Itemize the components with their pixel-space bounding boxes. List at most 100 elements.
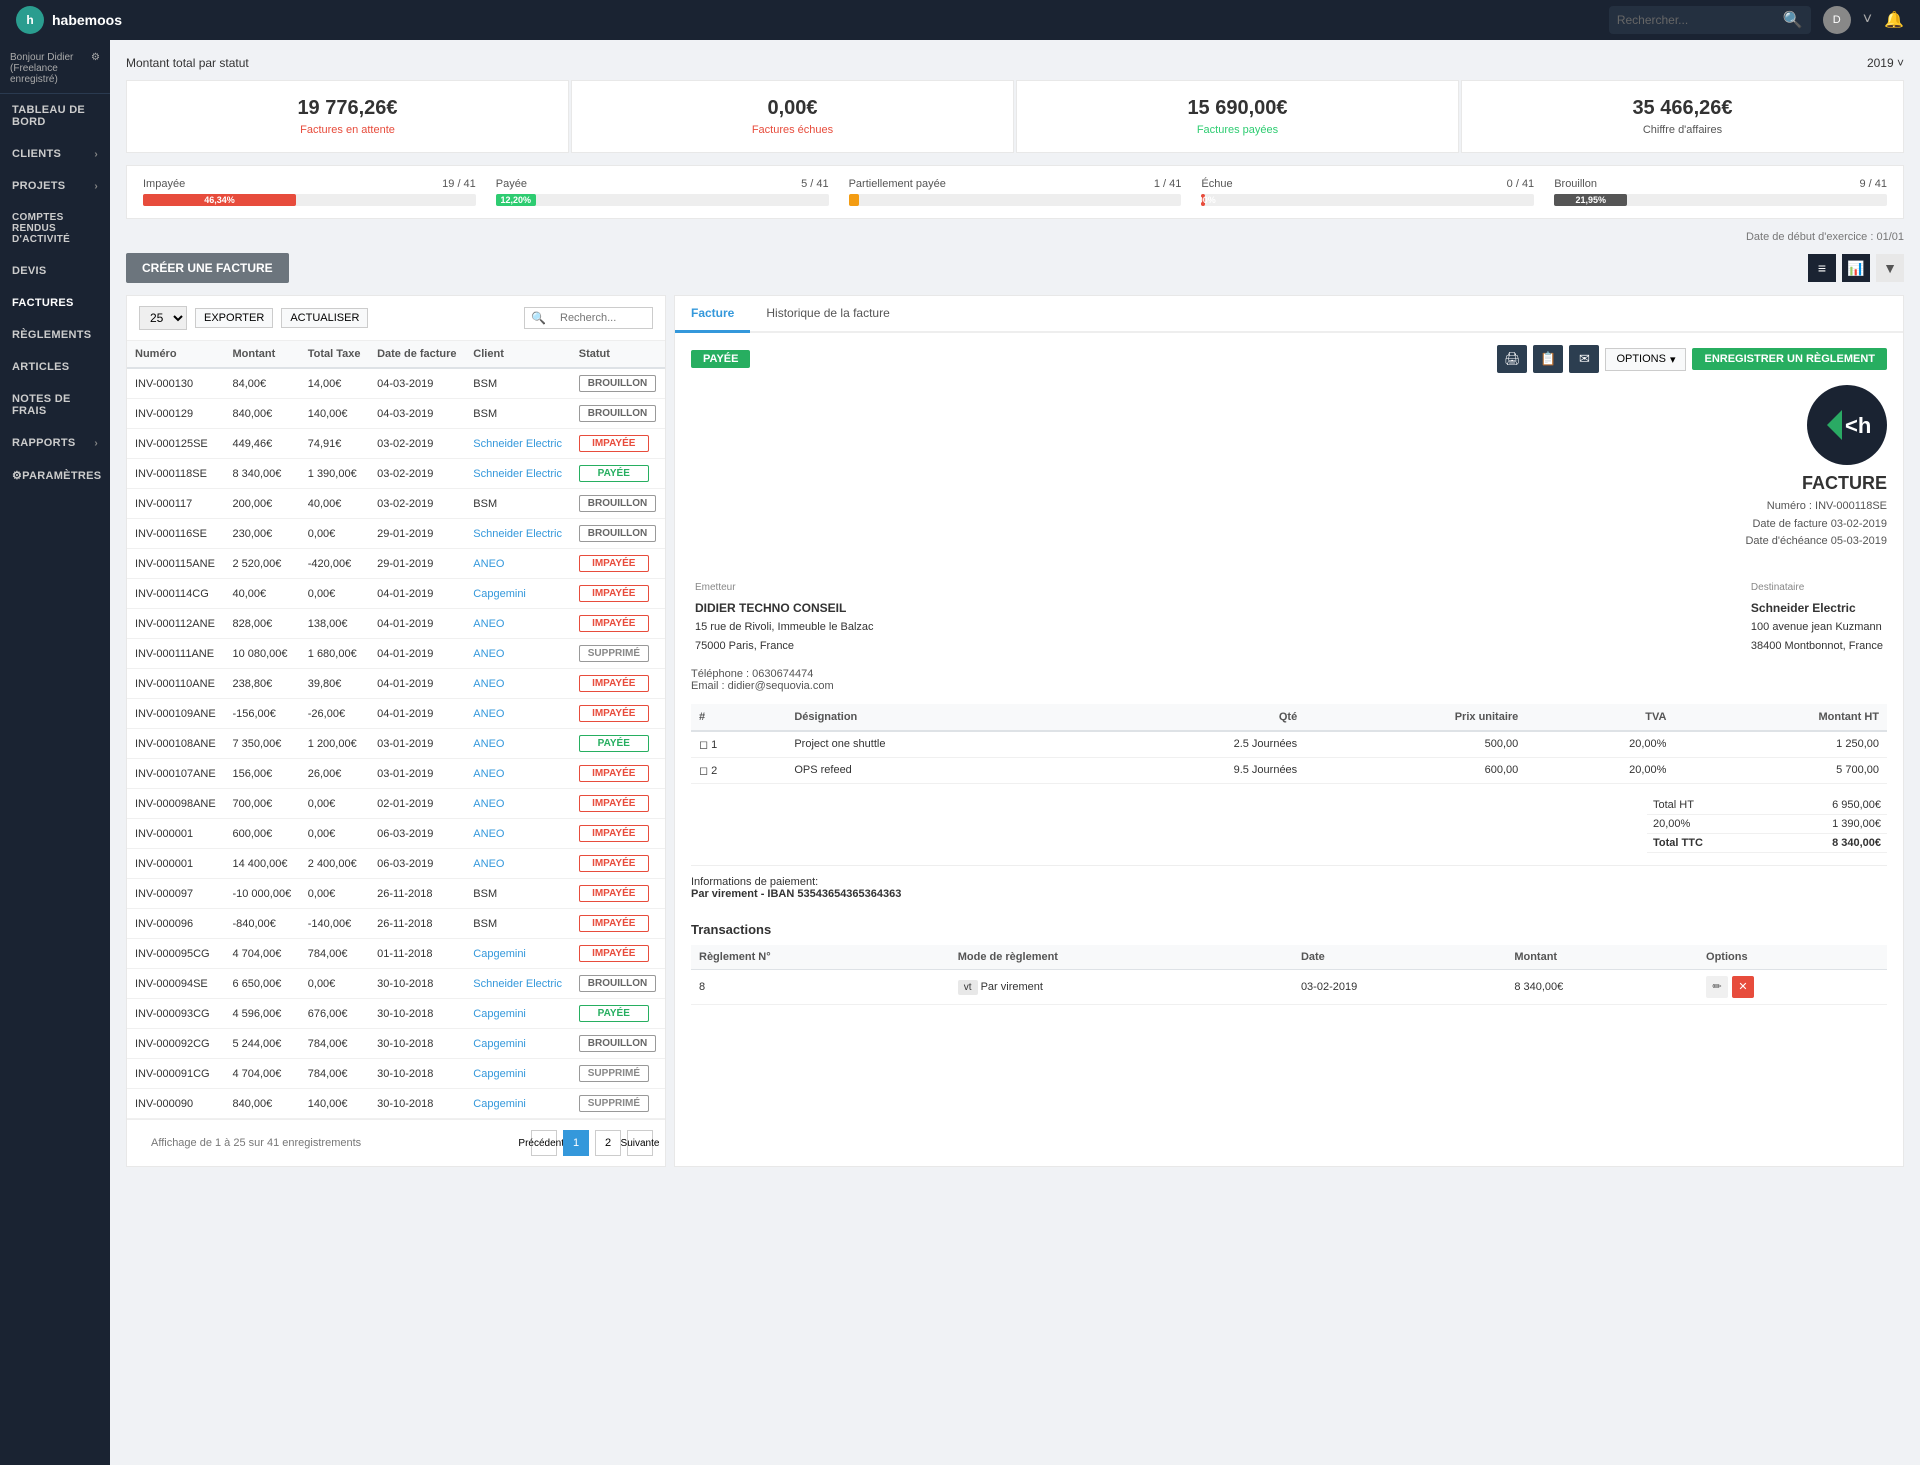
table-row[interactable]: INV-000107ANE 156,00€ 26,00€ 03-01-2019 … (127, 759, 665, 789)
client-link[interactable]: Schneider Electric (473, 438, 562, 450)
status-badge: IMPAYÉE (579, 705, 649, 722)
table-row[interactable]: INV-000090 840,00€ 140,00€ 30-10-2018 Ca… (127, 1089, 665, 1119)
client-link[interactable]: Capgemini (473, 1008, 526, 1020)
client-link[interactable]: Capgemini (473, 588, 526, 600)
table-row[interactable]: INV-000001 14 400,00€ 2 400,00€ 06-03-20… (127, 849, 665, 879)
update-button[interactable]: ACTUALISER (281, 308, 368, 328)
table-row[interactable]: INV-000125SE 449,46€ 74,91€ 03-02-2019 S… (127, 429, 665, 459)
table-row[interactable]: INV-000095CG 4 704,00€ 784,00€ 01-11-201… (127, 939, 665, 969)
copy-button[interactable]: 📋 (1533, 345, 1563, 373)
client-link[interactable]: Schneider Electric (473, 468, 562, 480)
client-link[interactable]: Capgemini (473, 1098, 526, 1110)
sidebar-item-clients[interactable]: CLIENTS › (0, 138, 110, 170)
avatar[interactable]: D (1823, 6, 1851, 34)
table-row[interactable]: INV-000108ANE 7 350,00€ 1 200,00€ 03-01-… (127, 729, 665, 759)
client-link[interactable]: ANEO (473, 798, 504, 810)
export-button[interactable]: EXPORTER (195, 308, 273, 328)
table-row[interactable]: INV-000129 840,00€ 140,00€ 04-03-2019 BS… (127, 399, 665, 429)
table-row[interactable]: INV-000091CG 4 704,00€ 784,00€ 30-10-201… (127, 1059, 665, 1089)
trans-delete-button[interactable]: ✕ (1732, 976, 1754, 998)
sidebar-item-projets[interactable]: PROJETS › (0, 170, 110, 202)
status-badge: SUPPRIMÉ (579, 1065, 649, 1082)
trans-edit-button[interactable]: ✏ (1706, 976, 1728, 998)
chart-view-button[interactable]: 📊 (1842, 254, 1870, 282)
sidebar-item-tableau[interactable]: TABLEAU DE BORD (0, 94, 110, 138)
list-view-button[interactable]: ≡ (1808, 254, 1836, 282)
table-row[interactable]: INV-000116SE 230,00€ 0,00€ 29-01-2019 Sc… (127, 519, 665, 549)
table-row[interactable]: INV-000111ANE 10 080,00€ 1 680,00€ 04-01… (127, 639, 665, 669)
cell-date: 26-11-2018 (369, 909, 465, 939)
table-row[interactable]: INV-000093CG 4 596,00€ 676,00€ 30-10-201… (127, 999, 665, 1029)
create-invoice-button[interactable]: CRÉER UNE FACTURE (126, 253, 289, 283)
client-link[interactable]: ANEO (473, 618, 504, 630)
table-row[interactable]: INV-000109ANE -156,00€ -26,00€ 04-01-201… (127, 699, 665, 729)
client-link[interactable]: ANEO (473, 768, 504, 780)
per-page-select[interactable]: 25 (139, 306, 187, 330)
sidebar-item-params[interactable]: ⚙ PARAMÈTRES (0, 459, 110, 492)
table-row[interactable]: INV-000098ANE 700,00€ 0,00€ 02-01-2019 A… (127, 789, 665, 819)
chevron-down-icon[interactable]: ˅ (1863, 11, 1872, 29)
sidebar-user-label: Bonjour Didier (Freelance enregistré) (10, 52, 91, 85)
table-row[interactable]: INV-000110ANE 238,80€ 39,80€ 04-01-2019 … (127, 669, 665, 699)
table-row[interactable]: INV-000130 84,00€ 14,00€ 04-03-2019 BSM … (127, 368, 665, 399)
cell-client: Schneider Electric (465, 459, 570, 489)
table-row[interactable]: INV-000118SE 8 340,00€ 1 390,00€ 03-02-2… (127, 459, 665, 489)
cell-amount: 4 596,00€ (224, 999, 299, 1029)
sidebar-item-devis[interactable]: DEVIS (0, 255, 110, 287)
options-button[interactable]: OPTIONS ▾ (1605, 348, 1686, 371)
trans-col-montant: Montant (1506, 945, 1698, 970)
search-icon[interactable]: 🔍 (1783, 10, 1803, 30)
cell-amount: 449,46€ (224, 429, 299, 459)
table-row[interactable]: INV-000112ANE 828,00€ 138,00€ 04-01-2019… (127, 609, 665, 639)
bell-icon[interactable]: 🔔 (1884, 10, 1904, 30)
enregistrer-button[interactable]: ENREGISTRER UN RÈGLEMENT (1692, 348, 1887, 370)
table-row[interactable]: INV-000117 200,00€ 40,00€ 03-02-2019 BSM… (127, 489, 665, 519)
table-row[interactable]: INV-000096 -840,00€ -140,00€ 26-11-2018 … (127, 909, 665, 939)
client-link[interactable]: Schneider Electric (473, 528, 562, 540)
sidebar-item-articles[interactable]: ARTICLES (0, 351, 110, 383)
client-link[interactable]: Schneider Electric (473, 978, 562, 990)
sidebar-item-reglements[interactable]: RÈGLEMENTS (0, 319, 110, 351)
table-row[interactable]: INV-000001 600,00€ 0,00€ 06-03-2019 ANEO… (127, 819, 665, 849)
email-button[interactable]: ✉ (1569, 345, 1599, 373)
sidebar-item-notes[interactable]: NOTES DE FRAIS (0, 383, 110, 427)
stats-year[interactable]: 2019 ˅ (1867, 56, 1904, 70)
client-link[interactable]: Capgemini (473, 948, 526, 960)
table-row[interactable]: INV-000114CG 40,00€ 0,00€ 04-01-2019 Cap… (127, 579, 665, 609)
sidebar-item-comptes[interactable]: COMPTES RENDUS D'ACTIVITÉ (0, 202, 110, 255)
cell-num: INV-000114CG (127, 579, 224, 609)
search-box[interactable]: 🔍 (1609, 6, 1811, 34)
client-link[interactable]: ANEO (473, 708, 504, 720)
prev-page-button[interactable]: Précédente (531, 1130, 557, 1156)
next-page-button[interactable]: Suivante (627, 1130, 653, 1156)
cell-tax: 1 680,00€ (300, 639, 369, 669)
client-link[interactable]: ANEO (473, 858, 504, 870)
search-input[interactable] (1617, 13, 1777, 27)
table-row[interactable]: INV-000092CG 5 244,00€ 784,00€ 30-10-201… (127, 1029, 665, 1059)
client-link[interactable]: Capgemini (473, 1068, 526, 1080)
client-link[interactable]: Capgemini (473, 1038, 526, 1050)
print-button[interactable]: 🖨 (1497, 345, 1527, 373)
table-search-input[interactable] (552, 309, 652, 327)
tab-historique[interactable]: Historique de la facture (750, 296, 905, 333)
gear-icon[interactable]: ⚙ (91, 52, 100, 63)
progress-section: Impayée 19 / 41 46,34% Payée 5 / 41 (126, 165, 1904, 219)
sidebar-item-rapports[interactable]: RAPPORTS › (0, 427, 110, 459)
page-2-button[interactable]: 2 (595, 1130, 621, 1156)
table-row[interactable]: INV-000115ANE 2 520,00€ -420,00€ 29-01-2… (127, 549, 665, 579)
client-link[interactable]: ANEO (473, 648, 504, 660)
client-link[interactable]: ANEO (473, 558, 504, 570)
page-1-button[interactable]: 1 (563, 1130, 589, 1156)
tab-facture[interactable]: Facture (675, 296, 750, 333)
client-link[interactable]: ANEO (473, 738, 504, 750)
table-row[interactable]: INV-000097 -10 000,00€ 0,00€ 26-11-2018 … (127, 879, 665, 909)
table-section: 25 EXPORTER ACTUALISER 🔍 Numéro Montant (126, 295, 666, 1167)
table-row[interactable]: INV-000094SE 6 650,00€ 0,00€ 30-10-2018 … (127, 969, 665, 999)
cell-num: INV-000001 (127, 819, 224, 849)
sidebar-item-factures[interactable]: FACTURES (0, 287, 110, 319)
filter-button[interactable]: ▼ (1876, 254, 1904, 282)
cell-statut: BROUILLON (571, 969, 665, 999)
topbar: h habemoos 🔍 D ˅ 🔔 (0, 0, 1920, 40)
client-link[interactable]: ANEO (473, 828, 504, 840)
client-link[interactable]: ANEO (473, 678, 504, 690)
